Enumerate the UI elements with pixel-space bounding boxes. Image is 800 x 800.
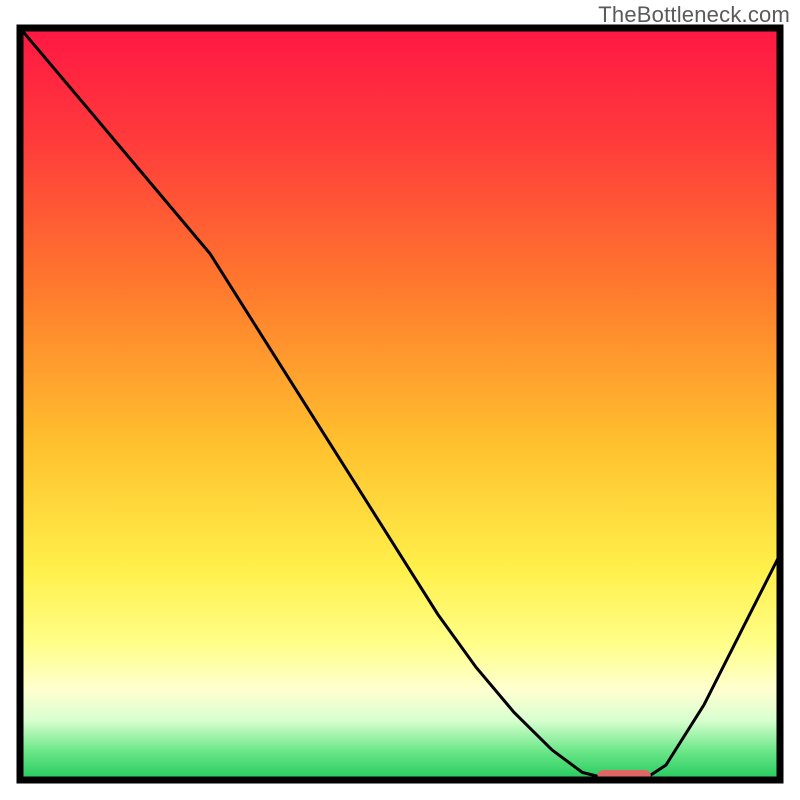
gradient-background (20, 28, 780, 780)
chart-svg (0, 0, 800, 800)
watermark-text: TheBottleneck.com (598, 2, 790, 28)
bottleneck-chart: TheBottleneck.com (0, 0, 800, 800)
